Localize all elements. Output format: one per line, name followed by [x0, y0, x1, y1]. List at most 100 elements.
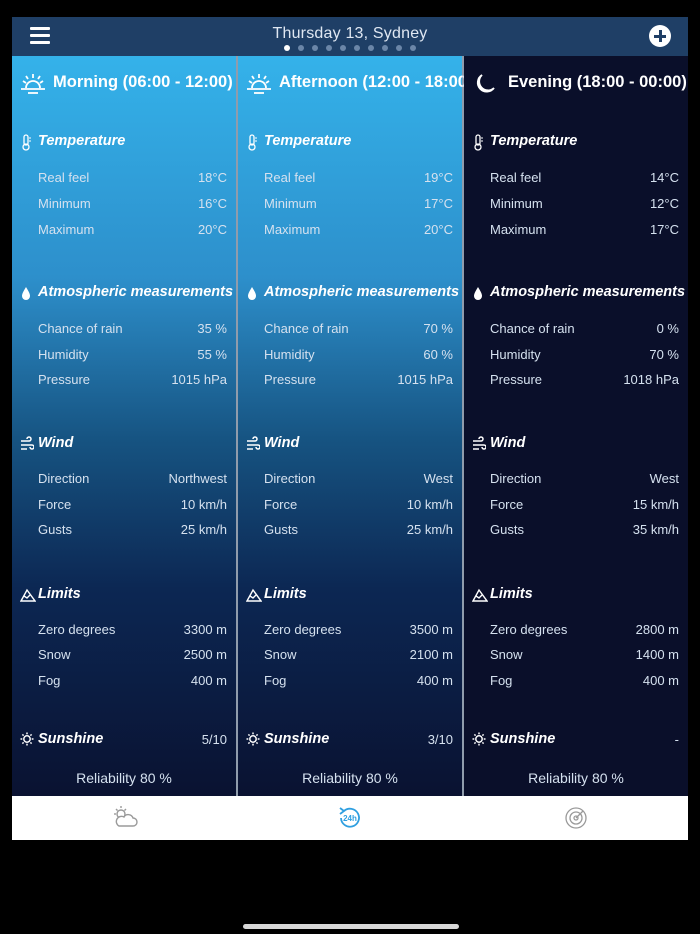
reliability-label: Reliability 80 %: [76, 770, 172, 786]
row-value: 1015 hPa: [171, 372, 227, 387]
row-value: 18°C: [197, 170, 227, 185]
row-label: Maximum: [264, 222, 321, 237]
row-value: 25 km/h: [180, 522, 227, 537]
page-dot[interactable]: [284, 45, 290, 51]
raindrop-icon: [246, 285, 258, 305]
sunshine-title: Sunshine: [38, 731, 104, 747]
page-dot[interactable]: [396, 45, 402, 51]
wind-icon: [472, 436, 487, 456]
wind-icon: [20, 436, 35, 456]
row-label: Direction: [264, 471, 316, 486]
page-dot[interactable]: [410, 45, 416, 51]
row-value: 35 km/h: [632, 522, 679, 537]
row-value: 2500 m: [183, 647, 227, 662]
row-label: Zero degrees: [490, 622, 568, 637]
row-value: 2100 m: [409, 647, 453, 662]
row-label: Fog: [38, 673, 61, 688]
row-label: Minimum: [490, 196, 543, 211]
sunshine-title: Sunshine: [490, 731, 556, 747]
row-value: 17°C: [423, 196, 453, 211]
sunshine-icon: [20, 732, 34, 750]
page-dot[interactable]: [326, 45, 332, 51]
page-dot[interactable]: [340, 45, 346, 51]
row-label: Pressure: [264, 372, 317, 387]
wind-icon: [246, 436, 261, 456]
row-value: 10 km/h: [406, 497, 453, 512]
row-value: 1400 m: [635, 647, 679, 662]
top-bar: Thursday 13, Sydney: [12, 17, 688, 56]
row-label: Pressure: [490, 372, 543, 387]
column-divider: [236, 56, 238, 796]
sunshine-value: 3/10: [427, 732, 453, 747]
row-label: Real feel: [264, 170, 316, 185]
row-value: 70 %: [423, 321, 453, 336]
row-value: Northwest: [168, 471, 227, 486]
row-value: 17°C: [649, 222, 679, 237]
row-label: Humidity: [38, 347, 89, 362]
tab-radar[interactable]: [561, 804, 591, 832]
row-value: 3300 m: [183, 622, 227, 637]
row-label: Humidity: [490, 347, 541, 362]
raindrop-icon: [472, 285, 484, 305]
row-label: Direction: [38, 471, 90, 486]
period-heading-label: Evening (18:00 - 00:00): [508, 73, 687, 91]
row-value: 2800 m: [635, 622, 679, 637]
forecast-column: Morning (06:00 - 12:00) Temperature Real f…: [12, 56, 236, 796]
reliability-label: Reliability 80 %: [302, 770, 398, 786]
row-value: 20°C: [197, 222, 227, 237]
row-value: 1018 hPa: [623, 372, 679, 387]
page-dot[interactable]: [298, 45, 304, 51]
row-value: 400 m: [190, 673, 227, 688]
row-value: 400 m: [416, 673, 453, 688]
mountain-icon: [471, 587, 489, 607]
row-label: Maximum: [490, 222, 547, 237]
row-label: Chance of rain: [490, 321, 575, 336]
tab-24h[interactable]: 24h: [335, 804, 365, 832]
row-value: 3500 m: [409, 622, 453, 637]
column-divider: [462, 56, 464, 796]
row-value: 25 km/h: [406, 522, 453, 537]
forecast-column: Evening (18:00 - 00:00) Temperature Real f…: [464, 56, 688, 796]
row-label: Snow: [38, 647, 71, 662]
page-dot[interactable]: [382, 45, 388, 51]
tab-forecast[interactable]: [110, 804, 140, 832]
row-value: 16°C: [197, 196, 227, 211]
row-value: 20°C: [423, 222, 453, 237]
row-label: Gusts: [490, 522, 524, 537]
thermometer-icon: [246, 134, 258, 155]
24h-icon: 24h: [339, 807, 360, 828]
row-label: Real feel: [490, 170, 542, 185]
mountain-icon: [19, 587, 37, 607]
page-title: Thursday 13, Sydney: [272, 25, 428, 42]
row-label: Gusts: [264, 522, 298, 537]
row-label: Direction: [490, 471, 542, 486]
row-value: 10 km/h: [180, 497, 227, 512]
reliability-label: Reliability 80 %: [528, 770, 624, 786]
add-location-icon[interactable]: [649, 25, 671, 47]
raindrop-icon: [20, 285, 32, 305]
page-dot[interactable]: [312, 45, 318, 51]
page-dot[interactable]: [368, 45, 374, 51]
row-label: Zero degrees: [38, 622, 116, 637]
svg-text:24h: 24h: [343, 814, 357, 823]
page-dot[interactable]: [354, 45, 360, 51]
row-label: Snow: [490, 647, 523, 662]
row-label: Gusts: [38, 522, 72, 537]
row-label: Chance of rain: [38, 321, 123, 336]
sunshine-title: Sunshine: [264, 731, 330, 747]
row-value: 1015 hPa: [397, 372, 453, 387]
forecast-columns: Morning (06:00 - 12:00) Temperature Real f…: [12, 56, 688, 796]
sunshine-value: -: [674, 732, 679, 747]
row-value: 19°C: [423, 170, 453, 185]
home-indicator[interactable]: [243, 924, 459, 929]
row-label: Humidity: [264, 347, 315, 362]
page-indicator[interactable]: [12, 45, 688, 51]
row-label: Pressure: [38, 372, 91, 387]
row-label: Chance of rain: [264, 321, 349, 336]
row-value: 35 %: [197, 321, 227, 336]
row-value: 70 %: [649, 347, 679, 362]
row-value: 400 m: [642, 673, 679, 688]
row-label: Maximum: [38, 222, 95, 237]
row-label: Minimum: [264, 196, 317, 211]
cloud-sun-icon: [114, 806, 138, 827]
